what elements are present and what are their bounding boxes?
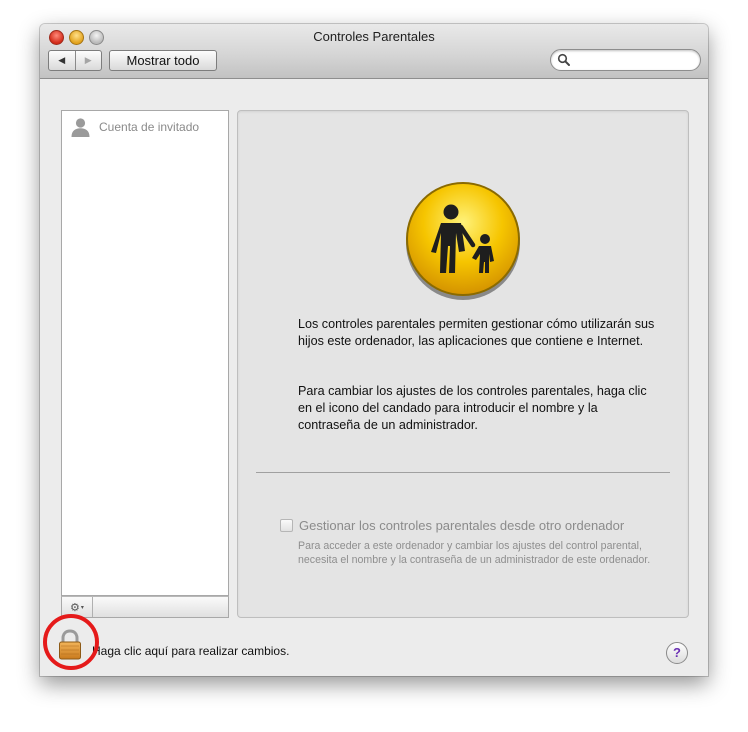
- forward-arrow-icon[interactable]: ▶: [74, 51, 102, 70]
- parental-controls-panel: Los controles parentales permiten gestio…: [237, 110, 689, 618]
- user-silhouette-icon: [71, 118, 90, 137]
- unlock-instructions-paragraph: Para cambiar los ajustes de los controle…: [298, 384, 647, 432]
- user-name-label: Cuenta de invitado: [99, 120, 200, 134]
- system-preferences-window: Controles Parentales ◀ ▶ Mostrar todo Cu…: [40, 24, 708, 676]
- remote-management-description: Para acceder a este ordenador y cambiar …: [298, 540, 651, 566]
- list-item-guest-account[interactable]: Cuenta de invitado: [70, 117, 199, 137]
- window-title: Controles Parentales: [313, 29, 435, 44]
- lock-instruction-text: Haga clic aquí para realizar cambios.: [92, 644, 290, 658]
- remote-management-option: Gestionar los controles parentales desde…: [280, 518, 624, 533]
- back-arrow-icon[interactable]: ◀: [49, 51, 75, 70]
- show-all-button[interactable]: Mostrar todo: [109, 50, 217, 71]
- help-button[interactable]: ?: [666, 642, 688, 664]
- intro-paragraph: Los controles parentales permiten gestio…: [298, 317, 655, 348]
- search-field[interactable]: [550, 49, 701, 71]
- back-forward-control: ◀ ▶: [48, 50, 102, 71]
- user-list[interactable]: Cuenta de invitado: [61, 110, 229, 596]
- annotation-highlight-circle: [43, 614, 99, 670]
- user-list-footer: ⚙ ▾: [61, 596, 229, 618]
- remote-management-checkbox[interactable]: [280, 519, 293, 532]
- gear-icon: ⚙: [70, 601, 80, 614]
- divider: [256, 472, 670, 473]
- remote-management-label: Gestionar los controles parentales desde…: [299, 518, 625, 533]
- search-icon: [557, 53, 570, 66]
- search-input[interactable]: [573, 52, 695, 69]
- parental-controls-icon: [406, 182, 520, 300]
- title-bar: Controles Parentales ◀ ▶ Mostrar todo: [40, 24, 708, 79]
- chevron-down-icon: ▾: [80, 604, 84, 611]
